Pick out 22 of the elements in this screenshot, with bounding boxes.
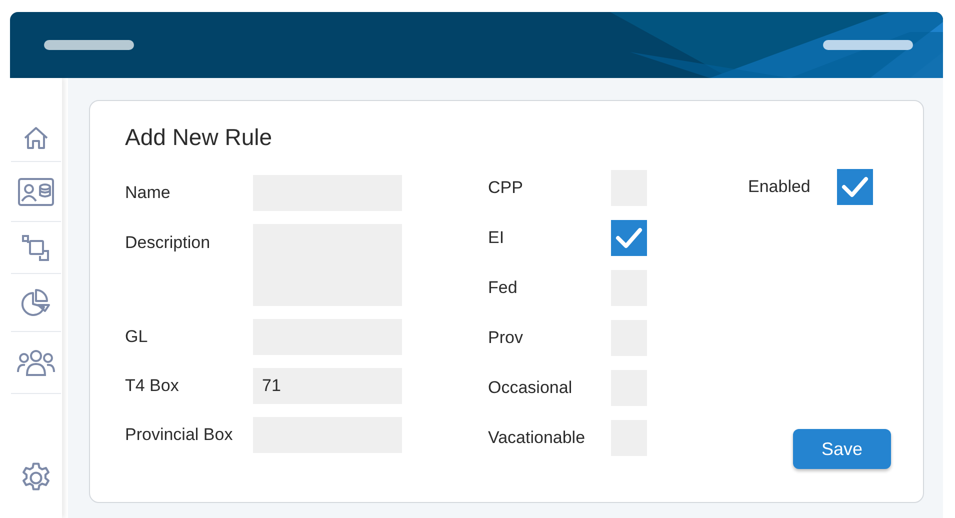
home-icon[interactable] bbox=[23, 126, 49, 150]
save-button[interactable]: Save bbox=[793, 429, 891, 469]
people-icon[interactable] bbox=[17, 348, 55, 376]
field-label: Provincial Box bbox=[125, 424, 234, 446]
input-field[interactable]: 71 bbox=[253, 368, 402, 404]
pie-chart-icon[interactable] bbox=[21, 288, 51, 318]
checkbox-label: Occasional bbox=[488, 377, 574, 400]
field-label: Name bbox=[125, 182, 172, 204]
checkbox-label: EI bbox=[488, 227, 506, 250]
field-label: T4 Box bbox=[125, 375, 180, 397]
checkbox-label: CPP bbox=[488, 177, 524, 200]
field-label: GL bbox=[125, 326, 149, 348]
field-label: Description bbox=[125, 232, 212, 254]
copy-icon[interactable] bbox=[21, 234, 51, 262]
checkbox-label: Enabled bbox=[748, 176, 812, 198]
checkbox-label: Fed bbox=[488, 277, 518, 300]
checkbox[interactable] bbox=[837, 169, 873, 205]
form-title: Add New Rule bbox=[125, 123, 274, 152]
id-card-icon[interactable] bbox=[18, 178, 54, 206]
checkbox-label: Prov bbox=[488, 327, 524, 350]
checkbox-label: Vacationable bbox=[488, 427, 586, 450]
checkbox[interactable] bbox=[611, 220, 647, 256]
